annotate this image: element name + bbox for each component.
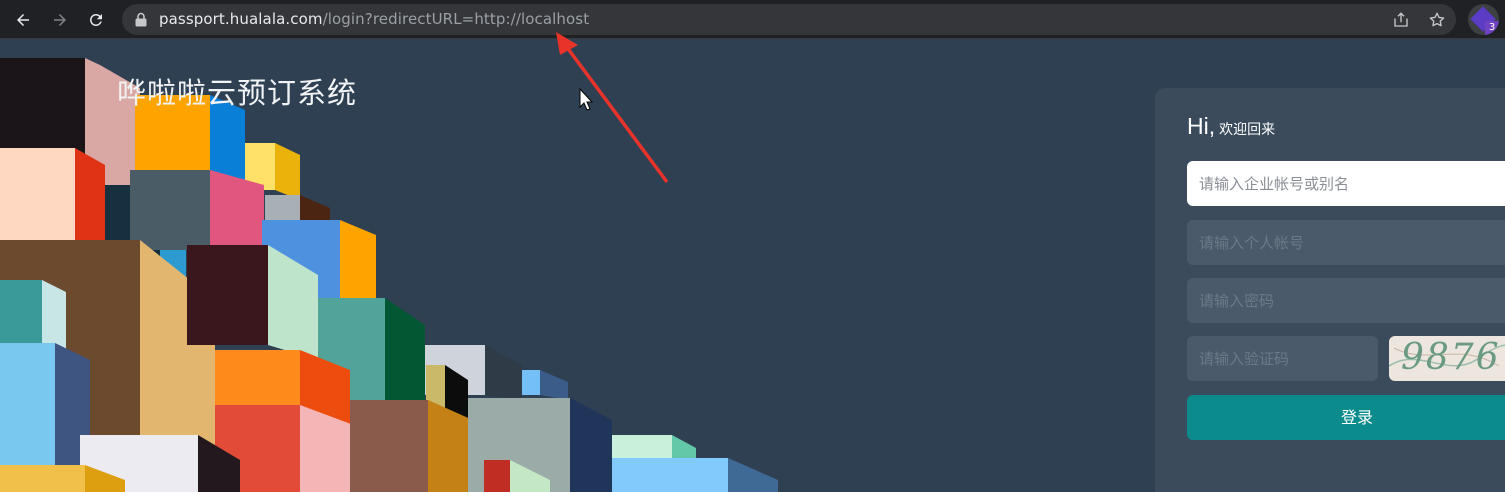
reload-button[interactable]: [82, 6, 110, 34]
greeting-hi: Hi,: [1187, 113, 1216, 139]
back-button[interactable]: [9, 6, 37, 34]
greeting: Hi, 欢迎回来: [1187, 113, 1275, 140]
captcha-input[interactable]: [1187, 336, 1378, 381]
cube: [612, 435, 696, 460]
lock-icon[interactable]: [134, 12, 148, 27]
brand-title: 哗啦啦云预订系统: [117, 76, 358, 110]
address-bar[interactable]: passport.hualala.com/login?redirectURL=h…: [122, 4, 1456, 35]
cube: [0, 343, 90, 480]
password-input[interactable]: [1187, 278, 1505, 323]
forward-arrow-icon: [54, 14, 66, 26]
back-arrow-icon: [17, 14, 29, 26]
captcha-text: 9876: [1401, 337, 1501, 378]
cube: [522, 370, 568, 400]
cube: [612, 458, 778, 492]
login-button[interactable]: 登录: [1187, 395, 1505, 440]
greeting-subtitle: 欢迎回来: [1219, 122, 1276, 138]
url-path: /login?redirectURL=http://localhost: [322, 10, 590, 28]
cube: [0, 148, 105, 255]
profile-avatar[interactable]: 3: [1468, 4, 1499, 35]
browser-toolbar: passport.hualala.com/login?redirectURL=h…: [0, 0, 1505, 39]
bookmark-star-icon[interactable]: [1428, 11, 1446, 29]
url-host: passport.hualala.com: [159, 10, 323, 28]
login-page: 哗啦啦云预订系统 Hi,欢迎回来 9876 登录: [0, 40, 1505, 492]
cube: [130, 170, 264, 255]
cube: [0, 280, 66, 350]
url-text[interactable]: passport.hualala.com/login?redirectURL=h…: [159, 10, 589, 28]
company-account-input[interactable]: [1187, 161, 1505, 206]
profile-badge: 3: [1485, 21, 1499, 35]
share-icon[interactable]: [1392, 11, 1410, 29]
captcha-image[interactable]: 9876: [1389, 336, 1505, 381]
reload-icon: [89, 13, 102, 26]
personal-account-input[interactable]: [1187, 220, 1505, 265]
forward-button[interactable]: [46, 6, 74, 34]
login-card: Hi,欢迎回来 9876 登录: [1155, 88, 1505, 492]
